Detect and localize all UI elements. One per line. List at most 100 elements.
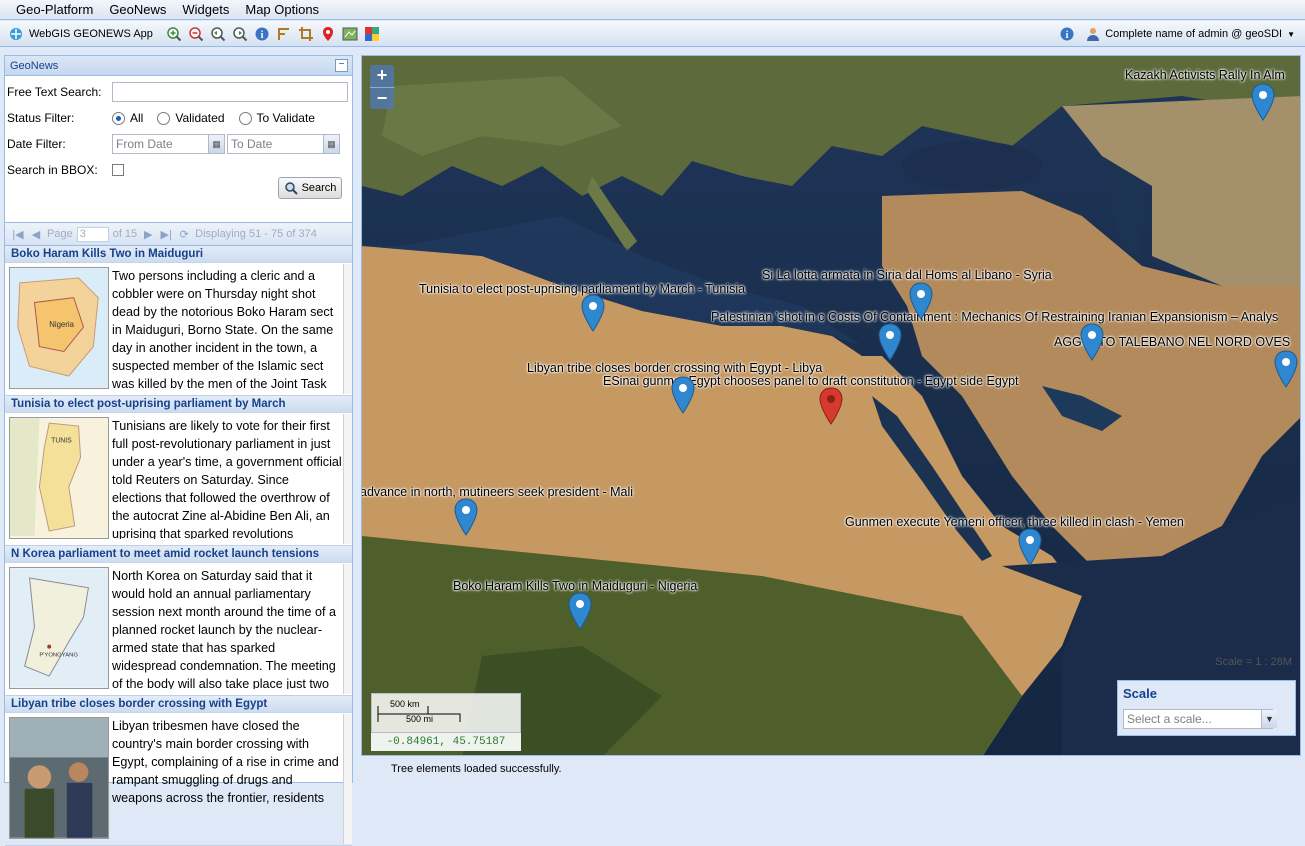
scrollbar[interactable] <box>343 564 352 694</box>
status-all-label: All <box>130 111 144 125</box>
news-list: Boko Haram Kills Two in Maiduguri Nigeri… <box>5 246 352 846</box>
next-page-icon[interactable]: ▶ <box>141 228 155 241</box>
search-button[interactable]: Search <box>278 177 342 199</box>
svg-text:i: i <box>1066 30 1069 41</box>
news-text: Tunisians are likely to vote for their f… <box>112 419 342 539</box>
news-text: Two persons including a cleric and a cob… <box>112 269 334 389</box>
news-title[interactable]: Boko Haram Kills Two in Maiduguri <box>5 246 352 263</box>
news-marker-label: ESinai gunmer Egypt chooses panel to dra… <box>603 374 1019 388</box>
zoom-previous-icon[interactable] <box>209 25 227 43</box>
status-all-radio[interactable]: All <box>112 111 143 125</box>
status-validated-label: Validated <box>175 111 225 125</box>
bbox-checkbox[interactable] <box>112 164 124 176</box>
user-menu[interactable]: Complete name of admin @ geoSDI ▼ <box>1086 27 1295 41</box>
status-validated-radio[interactable]: Validated <box>157 111 225 125</box>
status-text: Tree elements loaded successfully. <box>391 763 562 775</box>
list-item[interactable]: Boko Haram Kills Two in Maiduguri Nigeri… <box>5 246 352 396</box>
page-input[interactable]: 3 <box>76 226 109 242</box>
mouse-coordinates: -0.84961, 45.75187 <box>371 732 521 751</box>
first-page-icon[interactable]: |◀ <box>11 228 25 241</box>
collapse-icon[interactable]: − <box>335 59 348 72</box>
scrollbar[interactable] <box>343 714 352 844</box>
about-icon[interactable]: i <box>1058 25 1076 43</box>
list-item[interactable]: Tunisia to elect post-uprising parliamen… <box>5 396 352 546</box>
nigeria-map-thumbnail: Nigeria <box>9 267 109 389</box>
list-item[interactable]: Libyan tribe closes border crossing with… <box>5 696 352 846</box>
news-text: North Korea on Saturday said that it wou… <box>112 569 337 689</box>
svg-text:Nigeria: Nigeria <box>49 320 74 329</box>
free-text-input[interactable] <box>112 82 348 102</box>
geonews-panel: GeoNews − Free Text Search: Status Filte… <box>4 55 353 846</box>
scale-mi: 500 mi <box>406 714 434 724</box>
calendar-icon[interactable]: ▦ <box>323 135 339 153</box>
to-date-field[interactable]: To Date ▦ <box>227 134 340 154</box>
calendar-icon[interactable]: ▦ <box>208 135 224 153</box>
from-date-placeholder: From Date <box>116 137 173 151</box>
selected-map-pin-icon[interactable] <box>819 387 843 425</box>
map-pin-icon[interactable] <box>909 282 933 320</box>
scale-panel-title: Scale <box>1123 686 1157 701</box>
app-logo-icon <box>10 27 22 40</box>
menu-widgets[interactable]: Widgets <box>174 2 237 17</box>
scale-select[interactable]: Select a scale... ▼ <box>1123 709 1277 729</box>
zoom-in-icon[interactable] <box>165 25 183 43</box>
map-pin-icon[interactable] <box>1274 350 1298 388</box>
scrollbar[interactable] <box>343 264 352 394</box>
chevron-down-icon[interactable]: ▼ <box>1261 710 1277 728</box>
app-title-label: WebGIS GEONEWS App <box>29 27 153 40</box>
north-korea-map-thumbnail: P'YONGYANG <box>9 567 109 689</box>
page-label: Page <box>47 228 73 240</box>
user-name: Complete name of admin @ geoSDI <box>1105 28 1283 40</box>
news-text: Libyan tribesmen have closed the country… <box>112 719 339 805</box>
status-to-validate-radio[interactable]: To Validate <box>238 111 315 125</box>
scrollbar[interactable] <box>343 414 352 544</box>
map-pin-icon[interactable] <box>1018 528 1042 566</box>
bbox-label: Search in BBOX: <box>7 163 98 177</box>
menu-map-options[interactable]: Map Options <box>237 2 327 17</box>
radio-unchecked-icon <box>157 111 171 125</box>
map-pin-icon[interactable] <box>454 498 478 536</box>
map-pin-icon[interactable] <box>1080 323 1104 361</box>
map-pin-icon[interactable] <box>878 323 902 361</box>
map-pin-icon[interactable] <box>1251 83 1275 121</box>
news-title[interactable]: Libyan tribe closes border crossing with… <box>5 696 352 713</box>
prev-page-icon[interactable]: ◀ <box>29 228 43 241</box>
search-form: Free Text Search: Status Filter: All Val… <box>5 76 352 201</box>
menu-geonews[interactable]: GeoNews <box>101 2 174 17</box>
measure-icon[interactable] <box>275 25 293 43</box>
news-marker-label: Libyan tribe closes border crossing with… <box>527 361 823 375</box>
map-pin-icon[interactable] <box>568 592 592 630</box>
map-pin-icon[interactable] <box>671 376 695 414</box>
refresh-icon[interactable]: ⟳ <box>177 228 191 241</box>
tunisia-map-thumbnail: TUNIS <box>9 417 109 539</box>
status-filter-label: Status Filter: <box>7 111 75 125</box>
news-title[interactable]: Tunisia to elect post-uprising parliamen… <box>5 396 352 413</box>
app-title[interactable]: WebGIS GEONEWS App <box>8 26 153 42</box>
print-map-icon[interactable] <box>341 25 359 43</box>
info-icon[interactable]: i <box>253 25 271 43</box>
marker-icon[interactable] <box>319 25 337 43</box>
zoom-in-button[interactable]: + <box>370 65 394 87</box>
news-marker-label: Gunmen execute Yemeni officer, three kil… <box>845 515 1184 529</box>
panel-title: GeoNews <box>10 59 59 72</box>
to-date-placeholder: To Date <box>231 137 273 151</box>
search-button-label: Search <box>301 182 337 194</box>
news-marker-label: advance in north, mutineers seek preside… <box>361 485 634 499</box>
search-icon <box>284 182 298 195</box>
menu-geo-platform[interactable]: Geo-Platform <box>8 2 101 17</box>
zoom-out-icon[interactable] <box>187 25 205 43</box>
crop-icon[interactable] <box>297 25 315 43</box>
news-marker-label: Boko Haram Kills Two in Maiduguri - Nige… <box>453 579 698 593</box>
map-pin-icon[interactable] <box>581 294 605 332</box>
scale-ratio: Scale = 1 : 28M <box>1215 656 1292 668</box>
from-date-field[interactable]: From Date ▦ <box>112 134 225 154</box>
google-icon[interactable] <box>363 25 381 43</box>
zoom-next-icon[interactable] <box>231 25 249 43</box>
page-count: of 15 <box>112 228 138 240</box>
news-title[interactable]: N Korea parliament to meet amid rocket l… <box>5 546 352 563</box>
last-page-icon[interactable]: ▶| <box>159 228 173 241</box>
menubar: Geo-Platform GeoNews Widgets Map Options <box>0 0 1305 20</box>
map-viewport[interactable]: + − Kazakh Activists Rally In Alm Si La … <box>361 55 1301 756</box>
zoom-out-button[interactable]: − <box>370 87 394 109</box>
list-item[interactable]: N Korea parliament to meet amid rocket l… <box>5 546 352 696</box>
